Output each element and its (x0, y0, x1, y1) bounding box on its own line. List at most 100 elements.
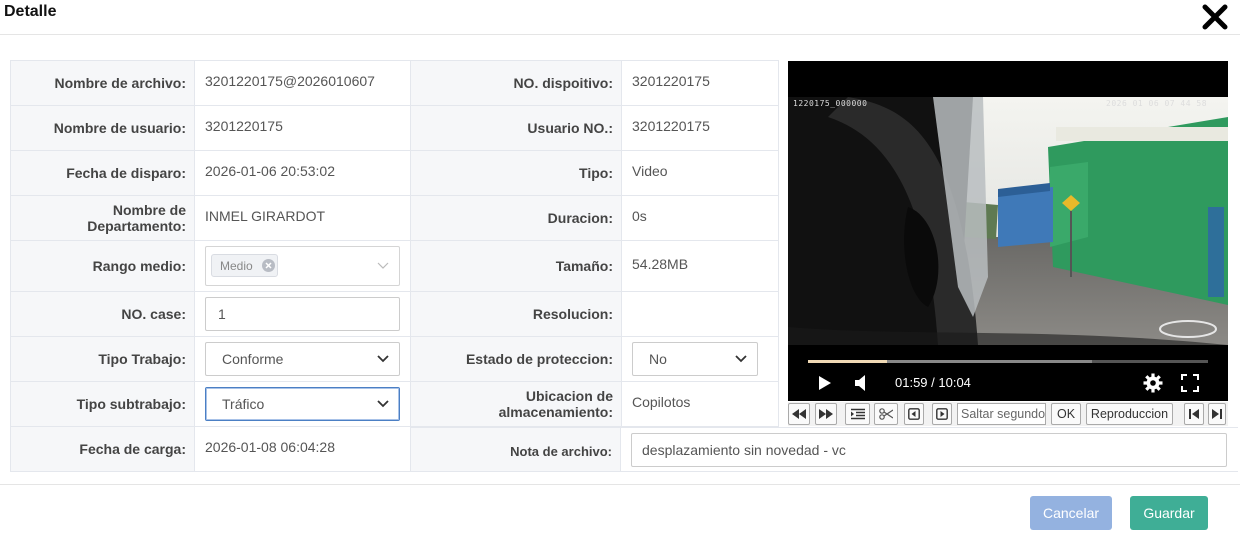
media-range-select[interactable]: Medio (205, 246, 400, 286)
fast-forward-icon (819, 409, 833, 419)
user-name-text: 3201220175 (205, 118, 283, 134)
department-value: INMEL GIRARDOT (194, 195, 411, 241)
resolution-value (621, 291, 779, 337)
seek-seconds-input[interactable]: Saltar segundo (957, 403, 1046, 425)
sub-work-type-label: Tipo subtrabajo: (10, 381, 195, 427)
next-frame-icon (936, 408, 948, 420)
case-no-label: NO. case: (10, 291, 195, 337)
skip-end-icon (1212, 409, 1222, 419)
type-value: Video (621, 150, 779, 196)
list-icon (850, 408, 865, 420)
storage-label: Ubicacion de almacenamiento: (410, 381, 622, 427)
file-note-input[interactable]: desplazamiento sin novedad - vc (631, 433, 1227, 467)
type-label: Tipo: (410, 150, 622, 196)
rewind-button[interactable] (788, 403, 810, 425)
video-player[interactable]: 1220175_000000 2026 01 06 07 44 58 01:59… (788, 61, 1228, 401)
work-type-cell: Conforme (194, 336, 411, 382)
fullscreen-icon[interactable] (1181, 374, 1199, 392)
video-osd-id: 1220175_000000 (793, 99, 868, 108)
media-range-tag-label: Medio (220, 259, 253, 273)
ok-button[interactable]: OK (1051, 403, 1081, 425)
work-type-value: Conforme (222, 351, 284, 367)
protection-cell: No (621, 336, 779, 382)
file-name-text: 3201220175@2026010607 (205, 73, 375, 89)
shot-date-label: Fecha de disparo: (10, 150, 195, 196)
prev-frame-button[interactable] (904, 403, 924, 425)
media-range-tag: Medio (211, 254, 278, 277)
duration-value: 0s (621, 195, 779, 241)
sub-work-type-value: Tráfico (222, 396, 265, 412)
file-note-label: Nota de archivo: (410, 427, 621, 472)
user-no-value: 3201220175 (621, 105, 779, 151)
close-icon (1202, 4, 1228, 30)
next-frame-button[interactable] (932, 403, 952, 425)
media-range-cell: Medio (194, 240, 411, 292)
detail-dialog: Detalle Nombre de archivo: 3201220175@20… (0, 0, 1240, 542)
skip-start-button[interactable] (1184, 403, 1204, 425)
dialog-footer: Cancelar Guardar (0, 484, 1240, 542)
list-button[interactable] (845, 403, 870, 425)
department-text: INMEL GIRARDOT (205, 208, 326, 224)
duration-label: Duracion: (410, 195, 622, 241)
user-name-value: 3201220175 (194, 105, 411, 151)
tag-remove-icon[interactable] (262, 259, 275, 272)
chevron-down-icon (377, 355, 389, 363)
settings-icon[interactable] (1143, 373, 1163, 393)
video-time: 01:59 / 10:04 (895, 375, 971, 390)
scissors-icon (879, 408, 893, 420)
dialog-header: Detalle (0, 0, 1240, 35)
work-type-select[interactable]: Conforme (205, 342, 400, 376)
video-progress-bar[interactable] (808, 360, 1208, 363)
user-no-text: 3201220175 (632, 118, 710, 134)
user-name-label: Nombre de usuario: (10, 105, 195, 151)
video-osd-timestamp: 2026 01 06 07 44 58 (1106, 99, 1208, 108)
volume-icon[interactable] (854, 375, 870, 391)
sub-work-type-cell: Tráfico (194, 381, 411, 427)
sub-work-type-select[interactable]: Tráfico (205, 387, 400, 421)
video-frame (788, 97, 1228, 345)
type-text: Video (632, 163, 668, 179)
file-name-value: 3201220175@2026010607 (194, 60, 411, 106)
device-no-value: 3201220175 (621, 60, 779, 106)
detail-form: Nombre de archivo: 3201220175@2026010607… (10, 60, 779, 472)
rewind-icon (792, 409, 806, 419)
storage-value: Copilotos (621, 381, 779, 427)
protection-value: No (649, 351, 667, 367)
shot-date-value: 2026-01-06 20:53:02 (194, 150, 411, 196)
chevron-down-icon (377, 400, 389, 408)
size-label: Tamaño: (410, 240, 622, 292)
chevron-down-icon (735, 355, 747, 363)
fast-forward-button[interactable] (815, 403, 837, 425)
shot-date-text: 2026-01-06 20:53:02 (205, 163, 335, 179)
department-label: Nombre de Departamento: (10, 195, 195, 241)
upload-date-value: 2026-01-08 06:04:28 (194, 426, 411, 472)
resolution-label: Resolucion: (410, 291, 622, 337)
file-note-cell: desplazamiento sin novedad - vc (621, 427, 1238, 472)
protection-label: Estado de proteccion: (410, 336, 622, 382)
play-button[interactable]: Reproduccion (1086, 403, 1173, 425)
media-range-label: Rango medio: (10, 240, 195, 292)
play-icon[interactable] (818, 376, 832, 390)
video-toolbar: Saltar segundo OK Reproduccion (788, 402, 1228, 426)
device-no-label: NO. dispoitivo: (410, 60, 622, 106)
size-text: 54.28MB (632, 256, 689, 272)
work-type-label: Tipo Trabajo: (10, 336, 195, 382)
duration-text: 0s (632, 208, 647, 224)
dialog-title: Detalle (4, 3, 57, 20)
upload-date-text: 2026-01-08 06:04:28 (205, 439, 335, 455)
chevron-down-icon (377, 262, 389, 269)
save-button[interactable]: Guardar (1130, 496, 1208, 530)
file-name-label: Nombre de archivo: (10, 60, 195, 106)
clip-button[interactable] (874, 403, 898, 425)
close-button[interactable] (1200, 2, 1230, 32)
device-no-text: 3201220175 (632, 73, 710, 89)
skip-start-icon (1189, 409, 1199, 419)
user-no-label: Usuario NO.: (410, 105, 622, 151)
cancel-button[interactable]: Cancelar (1030, 496, 1112, 530)
protection-select[interactable]: No (632, 342, 758, 376)
prev-frame-icon (908, 408, 920, 420)
case-no-input[interactable]: 1 (205, 297, 400, 331)
video-played (808, 360, 887, 363)
skip-end-button[interactable] (1208, 403, 1226, 425)
size-value: 54.28MB (621, 240, 779, 292)
